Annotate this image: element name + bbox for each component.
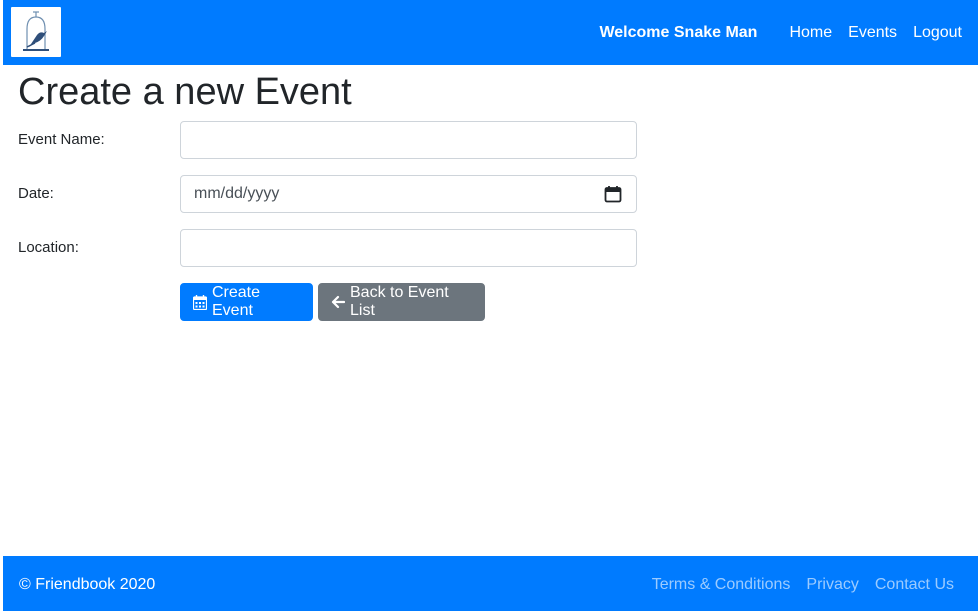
event-name-row: Event Name: xyxy=(18,121,638,159)
page-title: Create a new Event xyxy=(18,71,352,113)
create-event-button[interactable]: Create Event xyxy=(180,283,313,321)
date-input[interactable]: mm/dd/yyyy xyxy=(180,175,637,213)
date-placeholder: mm/dd/yyyy xyxy=(194,185,280,202)
footer-link-contact[interactable]: Contact Us xyxy=(875,576,954,594)
nav-link-logout[interactable]: Logout xyxy=(913,24,962,42)
footer: © Friendbook 2020 Terms & Conditions Pri… xyxy=(3,556,978,611)
location-label: Location: xyxy=(18,239,79,256)
footer-links: Terms & Conditions Privacy Contact Us xyxy=(636,556,954,613)
date-label: Date: xyxy=(18,185,54,202)
location-input[interactable] xyxy=(180,229,637,267)
date-row: Date: mm/dd/yyyy xyxy=(18,175,638,213)
welcome-text: Welcome Snake Man xyxy=(599,23,758,41)
footer-link-terms[interactable]: Terms & Conditions xyxy=(652,576,791,594)
event-name-label: Event Name: xyxy=(18,131,105,148)
calendar-icon xyxy=(193,294,207,310)
arrow-left-icon xyxy=(331,295,345,309)
top-navbar: Welcome Snake Man Home Events Logout xyxy=(3,0,978,65)
nav-link-events[interactable]: Events xyxy=(848,24,897,42)
nav-menu: Welcome Snake Man Home Events Logout xyxy=(599,0,962,65)
create-event-label: Create Event xyxy=(212,284,261,319)
event-name-input[interactable] xyxy=(180,121,637,159)
back-to-event-list-button[interactable]: Back to Event List xyxy=(318,283,485,321)
bird-in-cage-icon xyxy=(23,11,49,51)
brand-logo[interactable] xyxy=(11,7,61,57)
footer-link-privacy[interactable]: Privacy xyxy=(806,576,858,594)
calendar-icon[interactable] xyxy=(604,185,622,203)
nav-link-home[interactable]: Home xyxy=(789,24,832,42)
location-row: Location: xyxy=(18,229,638,267)
footer-copyright: © Friendbook 2020 xyxy=(19,576,156,593)
back-to-event-list-label: Back to Event List xyxy=(350,284,449,319)
